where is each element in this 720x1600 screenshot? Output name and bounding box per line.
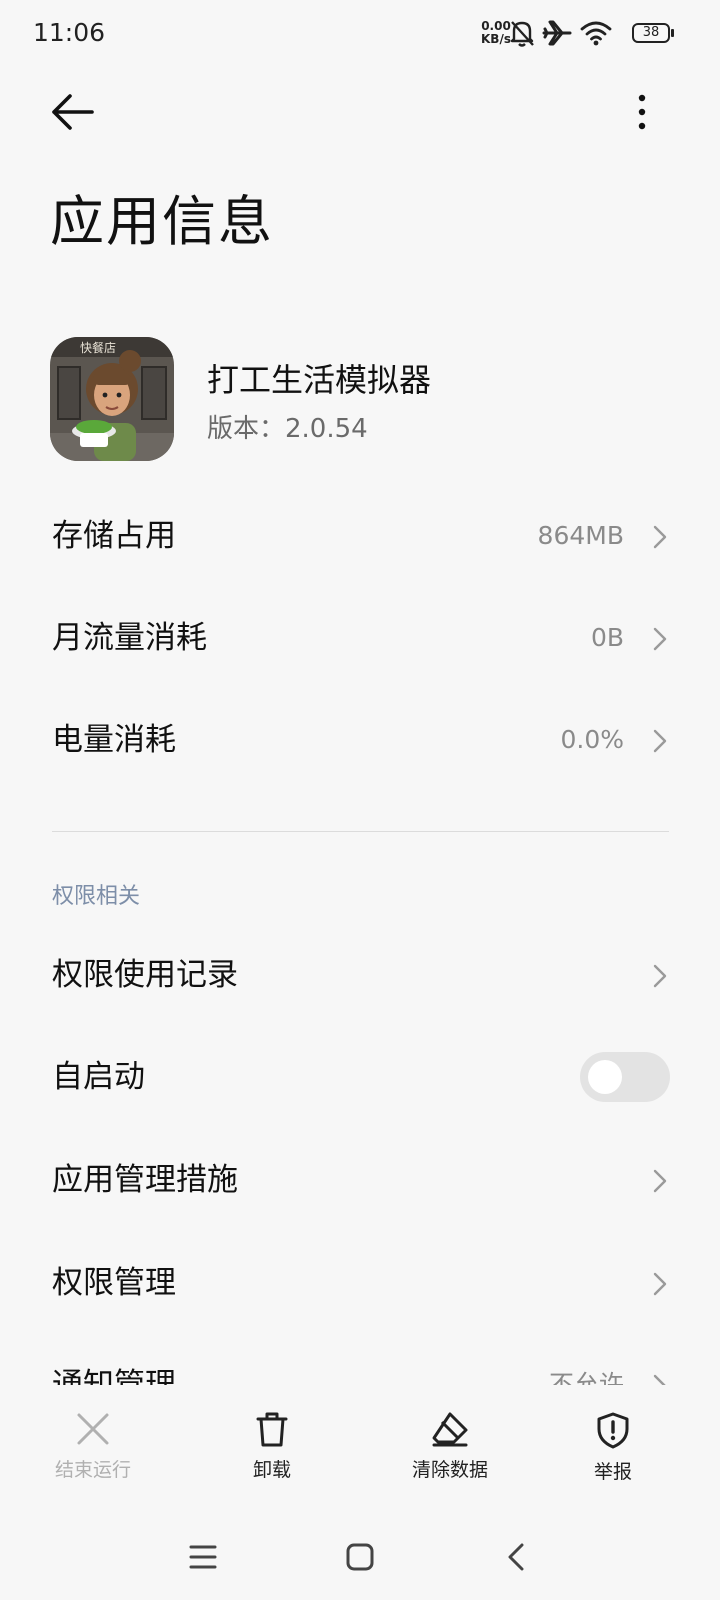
app-version: 版本：2.0.54 <box>207 414 368 444</box>
action-label: 举报 <box>593 1461 632 1483</box>
battery-usage-row[interactable]: 电量消耗 0.0% <box>0 690 720 790</box>
row-value: 0B <box>590 623 624 652</box>
more-vertical-icon[interactable] <box>632 90 652 134</box>
battery-level: 38 <box>642 25 660 40</box>
action-label: 结束运行 <box>54 1459 131 1481</box>
menu-icon[interactable] <box>183 1537 223 1577</box>
wifi-icon <box>580 21 612 46</box>
battery-icon: 38 <box>632 23 674 45</box>
action-bar: 结束运行 卸载 清除数据 举报 <box>0 1385 720 1495</box>
row-label: 月流量消耗 <box>52 620 207 656</box>
permission-history-row[interactable]: 权限使用记录 <box>0 925 720 1025</box>
action-label: 清除数据 <box>411 1459 488 1481</box>
app-name: 打工生活模拟器 <box>207 361 432 399</box>
navigation-bar <box>0 1515 720 1600</box>
back-icon[interactable] <box>498 1537 538 1577</box>
eraser-icon <box>432 1412 468 1447</box>
chevron-right-icon <box>653 729 667 753</box>
autostart-row: 自启动 <box>0 1027 720 1127</box>
uninstall-button[interactable]: 卸载 <box>197 1385 347 1485</box>
row-label: 权限管理 <box>52 1265 176 1301</box>
section-header: 权限相关 <box>52 884 141 909</box>
autostart-toggle[interactable] <box>580 1052 670 1102</box>
report-button[interactable]: 举报 <box>538 1385 688 1485</box>
svg-text:快餐店: 快餐店 <box>80 340 116 355</box>
chevron-right-icon <box>653 964 667 988</box>
divider <box>52 831 669 832</box>
app-management-row[interactable]: 应用管理措施 <box>0 1130 720 1230</box>
row-value: 864MB <box>537 521 624 550</box>
force-stop-button[interactable]: 结束运行 <box>18 1385 168 1485</box>
chevron-right-icon <box>653 627 667 651</box>
airplane-icon <box>542 20 572 46</box>
chevron-right-icon <box>653 525 667 549</box>
row-label: 应用管理措施 <box>52 1162 238 1198</box>
trash-icon <box>256 1412 288 1447</box>
shield-alert-icon <box>597 1412 629 1449</box>
arrow-left-icon[interactable] <box>46 90 98 134</box>
status-bar: 11:06 0.00 KB/s 38 <box>0 0 720 70</box>
close-icon <box>77 1413 109 1445</box>
app-icon: 快餐店 <box>50 337 174 461</box>
data-usage-row[interactable]: 月流量消耗 0B <box>0 588 720 688</box>
toggle-knob <box>588 1060 622 1094</box>
permission-management-row[interactable]: 权限管理 <box>0 1233 720 1333</box>
page-title: 应用信息 <box>50 190 274 253</box>
row-label: 存储占用 <box>52 518 176 554</box>
row-value: 0.0% <box>560 725 624 754</box>
mute-bell-icon <box>510 21 534 47</box>
storage-row[interactable]: 存储占用 864MB <box>0 486 720 586</box>
app-info-screen: 11:06 0.00 KB/s 38 应用信息 快餐店 打工生活模拟器 版本：2… <box>0 0 720 1600</box>
row-label: 自启动 <box>52 1059 145 1095</box>
home-icon[interactable] <box>340 1537 380 1577</box>
action-label: 卸载 <box>252 1459 291 1481</box>
clear-data-button[interactable]: 清除数据 <box>375 1385 525 1485</box>
row-label: 电量消耗 <box>52 722 176 758</box>
chevron-right-icon <box>653 1272 667 1296</box>
status-time: 11:06 <box>33 18 106 47</box>
chevron-right-icon <box>653 1169 667 1193</box>
row-label: 权限使用记录 <box>52 957 238 993</box>
